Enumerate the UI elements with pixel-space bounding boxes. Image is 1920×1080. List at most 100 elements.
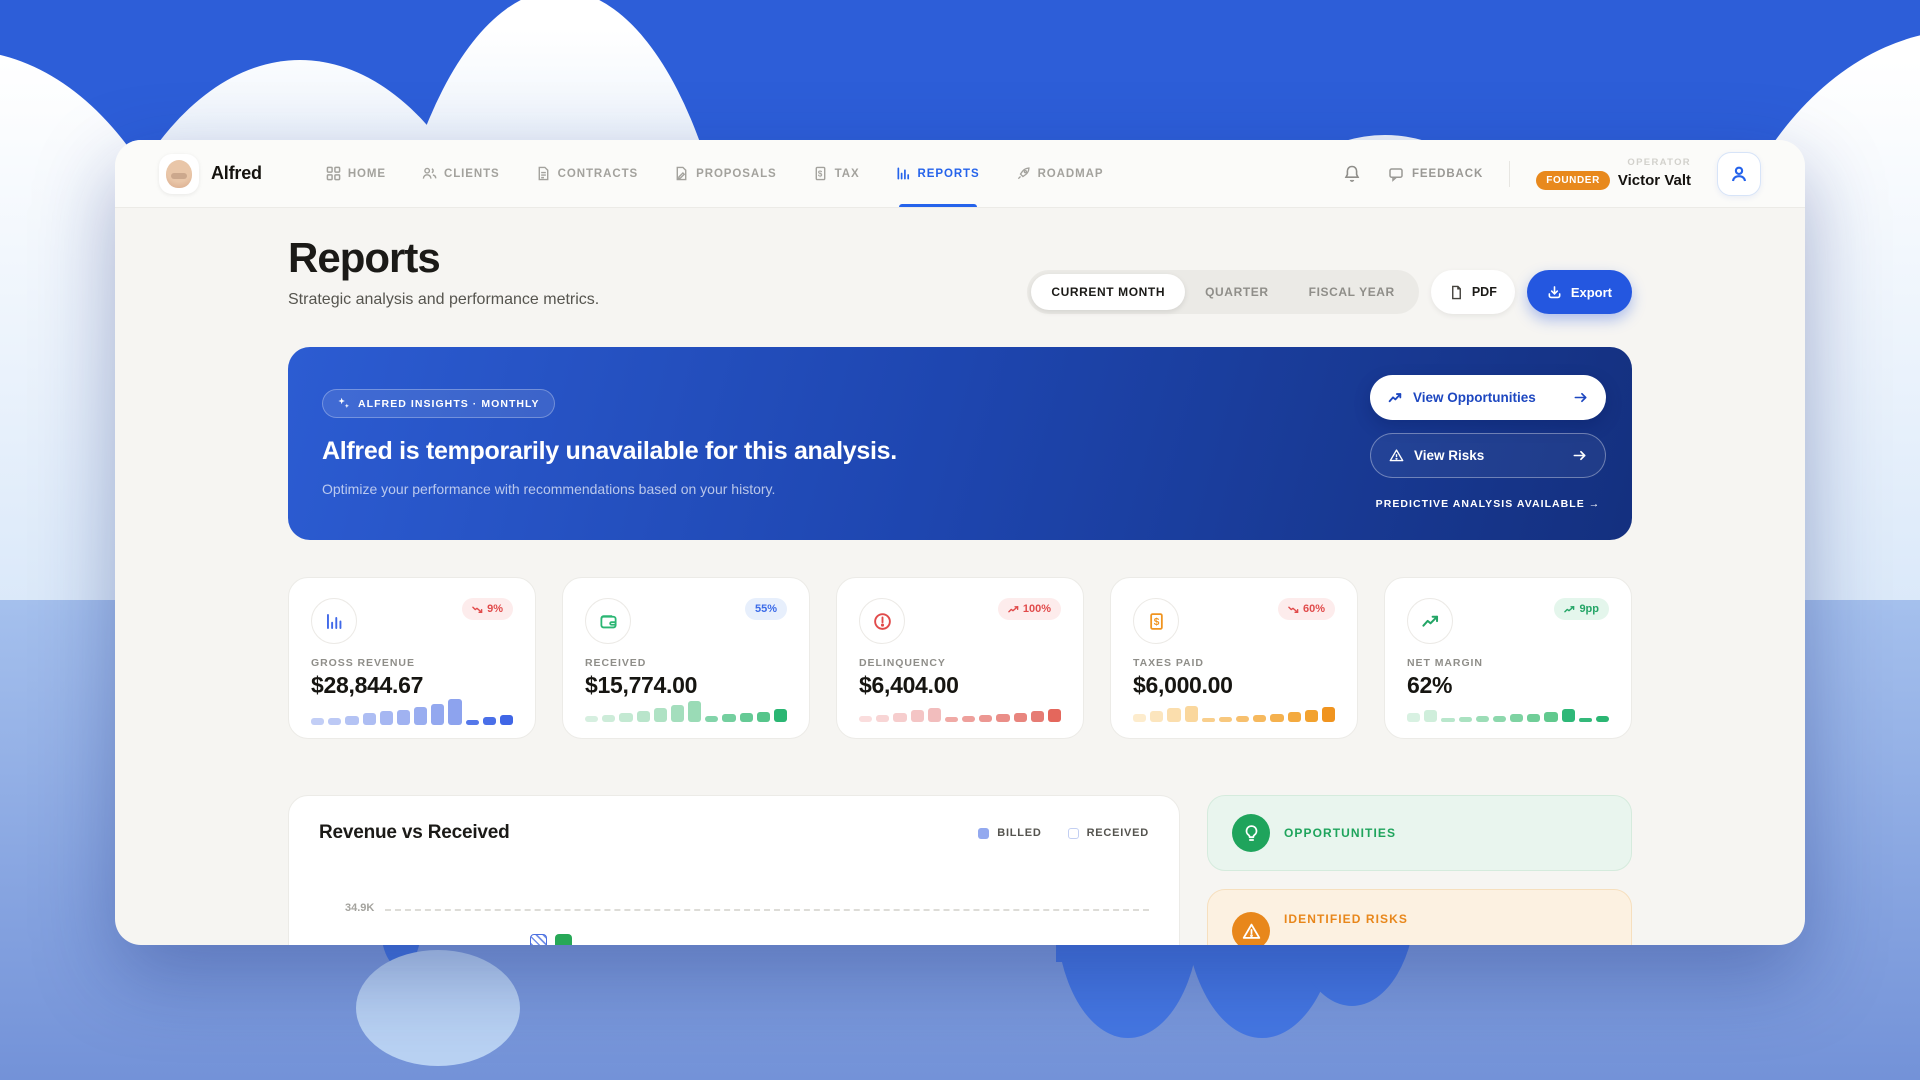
bar-chart-icon (311, 598, 357, 644)
nav-item-clients[interactable]: CLIENTS (422, 140, 500, 207)
file-pen-icon (674, 166, 689, 181)
trend-badge: 60% (1278, 598, 1335, 620)
revenue-vs-received-chart-card: Revenue vs Received BILLED RECEIVED 34.9… (288, 795, 1180, 945)
sparkline-bar (414, 707, 427, 725)
sparkline-bar (311, 718, 324, 725)
opportunities-card[interactable]: OPPORTUNITIES (1207, 795, 1632, 871)
legend-label: BILLED (997, 827, 1041, 839)
banner-title: Alfred is temporarily unavailable for th… (322, 437, 1330, 466)
avatar[interactable] (159, 154, 199, 194)
banner-subtitle: Optimize your performance with recommend… (322, 481, 1330, 497)
metric-card-gross-revenue[interactable]: 9% GROSS REVENUE $28,844.67 (288, 577, 536, 739)
nav-label: ROADMAP (1038, 168, 1104, 180)
identified-risks-card[interactable]: IDENTIFIED RISKS (1207, 889, 1632, 945)
metric-label: NET MARGIN (1407, 657, 1609, 669)
received-bar[interactable] (555, 934, 572, 945)
brand-name: Alfred (211, 163, 262, 184)
sparkline-bar (1596, 716, 1609, 722)
screen: Alfred HOME CLIENTS CONTRACTS PROPOSALS (0, 0, 1920, 1080)
sparkline-bar (757, 712, 770, 722)
nav-right: FEEDBACK OPERATOR FOUNDER Victor Valt (1342, 152, 1761, 196)
sparkline-bar (500, 715, 513, 725)
alert-circle-icon (859, 598, 905, 644)
feedback-label: FEEDBACK (1412, 168, 1483, 180)
billed-bar[interactable] (530, 934, 547, 945)
founder-badge: FOUNDER (1536, 171, 1610, 190)
trend-badge: 9pp (1554, 598, 1609, 620)
nav-item-tax[interactable]: $ TAX (813, 140, 860, 207)
date-range-segmented-control: CURRENT MONTH QUARTER FISCAL YEAR (1027, 270, 1419, 314)
sparkline-bar (1527, 714, 1540, 722)
sparkline-bar (1270, 714, 1283, 722)
dashed-gridline (385, 909, 1149, 911)
sparkline-bar (1579, 718, 1592, 722)
metric-card-delinquency[interactable]: 100% DELINQUENCY $6,404.00 (836, 577, 1084, 739)
app-window: Alfred HOME CLIENTS CONTRACTS PROPOSALS (115, 140, 1805, 945)
metric-card-taxes-paid[interactable]: $ 60% TAXES PAID $6,000.00 (1110, 577, 1358, 739)
nav-label: REPORTS (918, 168, 980, 180)
sparkline-bar (637, 711, 650, 722)
sparkline (1133, 699, 1335, 722)
sparkline-bar (1459, 717, 1472, 722)
page-subtitle: Strategic analysis and performance metri… (288, 291, 599, 309)
chat-bubble-icon (1388, 166, 1404, 182)
metric-value: $6,404.00 (859, 672, 1061, 699)
pdf-label: PDF (1472, 285, 1497, 299)
metric-label: GROSS REVENUE (311, 657, 513, 669)
metric-label: DELINQUENCY (859, 657, 1061, 669)
nav-item-proposals[interactable]: PROPOSALS (674, 140, 777, 207)
sparkline-bar (1133, 714, 1146, 722)
warning-triangle-icon (1389, 448, 1404, 463)
nav-item-roadmap[interactable]: ROADMAP (1016, 140, 1104, 207)
billed-swatch (978, 828, 989, 839)
warning-triangle-icon (1232, 912, 1270, 945)
svg-text:$: $ (1153, 617, 1159, 628)
sparkline-bar (1014, 713, 1027, 722)
page-title: Reports (288, 234, 599, 282)
view-risks-button[interactable]: View Risks (1370, 433, 1606, 478)
opportunities-label: OPPORTUNITIES (1284, 826, 1396, 840)
sparkline (585, 699, 787, 722)
sparkline-bar (1441, 718, 1454, 722)
metric-card-net-margin[interactable]: 9pp NET MARGIN 62% (1384, 577, 1632, 739)
received-swatch (1068, 828, 1079, 839)
nav-item-home[interactable]: HOME (326, 140, 386, 207)
notification-bell-icon[interactable] (1342, 164, 1362, 184)
trend-down-icon (472, 604, 483, 615)
metric-card-received[interactable]: 55% RECEIVED $15,774.00 (562, 577, 810, 739)
export-button[interactable]: Export (1527, 270, 1632, 314)
sparkline-bar (1031, 711, 1044, 722)
view-opportunities-button[interactable]: View Opportunities (1370, 375, 1606, 420)
badge-value: 60% (1303, 603, 1325, 615)
rocket-icon (1016, 166, 1031, 181)
people-icon (422, 166, 437, 181)
user-menu-button[interactable] (1717, 152, 1761, 196)
tab-quarter[interactable]: QUARTER (1185, 274, 1289, 310)
nav-item-contracts[interactable]: CONTRACTS (536, 140, 638, 207)
page-header: Reports Strategic analysis and performan… (288, 234, 599, 309)
banner-actions: View Opportunities View Risks PREDICTIVE… (1370, 347, 1632, 540)
nav-item-reports[interactable]: REPORTS (896, 140, 980, 207)
sparkline-bar (876, 715, 889, 722)
sparkline-bar (1407, 713, 1420, 722)
sparkline-bar (774, 709, 787, 722)
sparkline-bar (740, 713, 753, 722)
sparkline-bar (1048, 709, 1061, 722)
trend-up-icon (1008, 604, 1019, 615)
feedback-button[interactable]: FEEDBACK (1388, 166, 1483, 182)
view-risks-label: View Risks (1414, 448, 1484, 463)
pdf-button[interactable]: PDF (1431, 270, 1515, 314)
metric-value: 62% (1407, 672, 1609, 699)
sparkline-bar (1288, 712, 1301, 722)
predictive-analysis-link[interactable]: PREDICTIVE ANALYSIS AVAILABLE → (1370, 498, 1606, 510)
badge-value: 9% (487, 603, 503, 615)
badge-value: 9pp (1579, 603, 1599, 615)
export-label: Export (1571, 285, 1612, 300)
tab-current-month[interactable]: CURRENT MONTH (1031, 274, 1185, 310)
sparkline-bar (1202, 718, 1215, 722)
sparkline-bar (483, 717, 496, 725)
tab-fiscal-year[interactable]: FISCAL YEAR (1289, 274, 1415, 310)
operator-block: OPERATOR FOUNDER Victor Valt (1536, 157, 1691, 190)
banner-badge-label: ALFRED INSIGHTS · MONTHLY (358, 398, 540, 410)
sparkline-bar (893, 713, 906, 722)
